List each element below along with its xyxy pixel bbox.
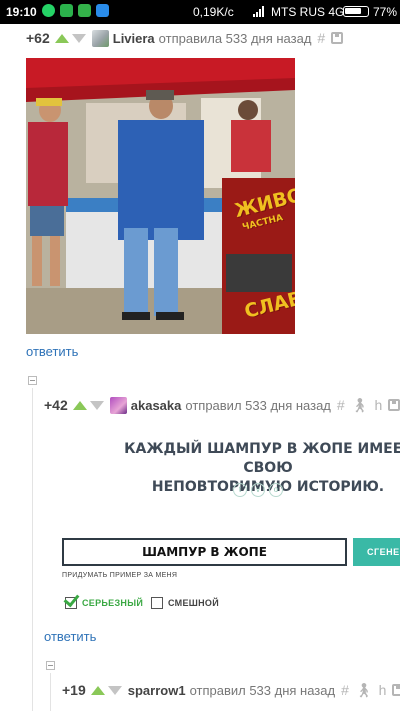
person-icon[interactable]: 🚶︎ xyxy=(351,397,369,414)
option-label: СМЕШНОЙ xyxy=(168,598,219,608)
comment-header-liviera: +62 Liviera отправила 533 дня назад # xyxy=(26,27,344,49)
collapse-thread-icon[interactable] xyxy=(28,376,37,385)
hash-icon[interactable]: # xyxy=(341,682,349,698)
hash-icon[interactable]: # xyxy=(337,397,345,413)
meme-option-serious: СЕРЬЕЗНЫЙ xyxy=(63,590,144,609)
avatar[interactable] xyxy=(91,29,109,47)
person-icon[interactable]: 🚶︎ xyxy=(355,682,373,699)
thread-line xyxy=(32,388,33,711)
comment-rating: +42 xyxy=(44,397,68,413)
network-speed: 0,19K/c xyxy=(193,5,234,19)
comment-image[interactable]: КАЖДЫЙ ШАМПУР В ЖОПЕ ИМЕЕТ СВОЮ НЕПОВТОРИ… xyxy=(44,426,400,622)
hash-icon[interactable]: # xyxy=(317,30,325,46)
vote-down-icon[interactable] xyxy=(89,400,104,410)
comment-meta: отправил 533 дня назад xyxy=(185,397,331,413)
battery-fill xyxy=(345,8,361,14)
clock: 19:10 xyxy=(6,5,37,19)
comment-rating: +62 xyxy=(26,30,50,46)
comment-author[interactable]: Liviera xyxy=(113,31,155,46)
save-icon[interactable] xyxy=(388,399,400,411)
comment-photo[interactable]: ЖИВО ЧАСТНА СЛАВ xyxy=(26,58,295,334)
chair-icon[interactable]: h xyxy=(379,682,387,698)
comment-header-sparrow1: +19 sparrow1 отправил 533 дня назад # 🚶︎… xyxy=(62,679,400,701)
phone-icon xyxy=(60,4,73,17)
carrier-label: MTS RUS 4G xyxy=(271,5,345,19)
comment-header-akasaka: +42 akasaka отправил 533 дня назад # 🚶︎ … xyxy=(44,394,400,416)
meme-text-field: ШАМПУР В ЖОПЕ xyxy=(62,538,347,566)
meme-generate-button: СГЕНЕ xyxy=(353,538,400,566)
collapse-thread-icon[interactable] xyxy=(46,661,55,670)
share-icons: t v o xyxy=(233,483,283,497)
vk-icon: v xyxy=(251,483,265,497)
reply-link[interactable]: ответить xyxy=(44,629,96,644)
app-notification-icon xyxy=(96,4,109,17)
checkbox-checked-icon xyxy=(63,590,80,609)
comment-meta: отправила 533 дня назад xyxy=(158,30,312,46)
comment-meta: отправил 533 дня назад xyxy=(189,682,336,698)
odnoklassniki-icon: o xyxy=(269,483,283,497)
vote-up-icon[interactable] xyxy=(90,685,105,695)
checkbox-empty-icon xyxy=(151,597,163,609)
vote-down-icon[interactable] xyxy=(107,685,122,695)
reply-link[interactable]: ответить xyxy=(26,344,78,359)
option-label: СЕРЬЕЗНЫЙ xyxy=(82,598,144,608)
comment-author[interactable]: sparrow1 xyxy=(128,683,186,698)
twitter-icon: t xyxy=(233,483,247,497)
comment-rating: +19 xyxy=(62,682,86,698)
avatar[interactable] xyxy=(109,396,127,414)
status-bar: 19:10 0,19K/c MTS RUS 4G 77% xyxy=(0,0,400,24)
meme-option-funny: СМЕШНОЙ xyxy=(151,597,219,609)
battery-saver-icon xyxy=(78,4,91,17)
save-icon[interactable] xyxy=(392,684,400,696)
vote-up-icon[interactable] xyxy=(54,33,69,43)
whatsapp-icon xyxy=(42,4,55,17)
battery-icon xyxy=(343,6,369,17)
vote-down-icon[interactable] xyxy=(71,33,86,43)
vote-up-icon[interactable] xyxy=(72,400,87,410)
thread-line xyxy=(50,673,51,711)
comment-author[interactable]: akasaka xyxy=(131,398,182,413)
save-icon[interactable] xyxy=(331,32,344,44)
chair-icon[interactable]: h xyxy=(374,397,382,413)
signal-icon xyxy=(253,6,264,17)
battery-percent: 77% xyxy=(373,5,398,19)
meme-hint: ПРИДУМАТЬ ПРИМЕР ЗА МЕНЯ xyxy=(62,572,178,579)
